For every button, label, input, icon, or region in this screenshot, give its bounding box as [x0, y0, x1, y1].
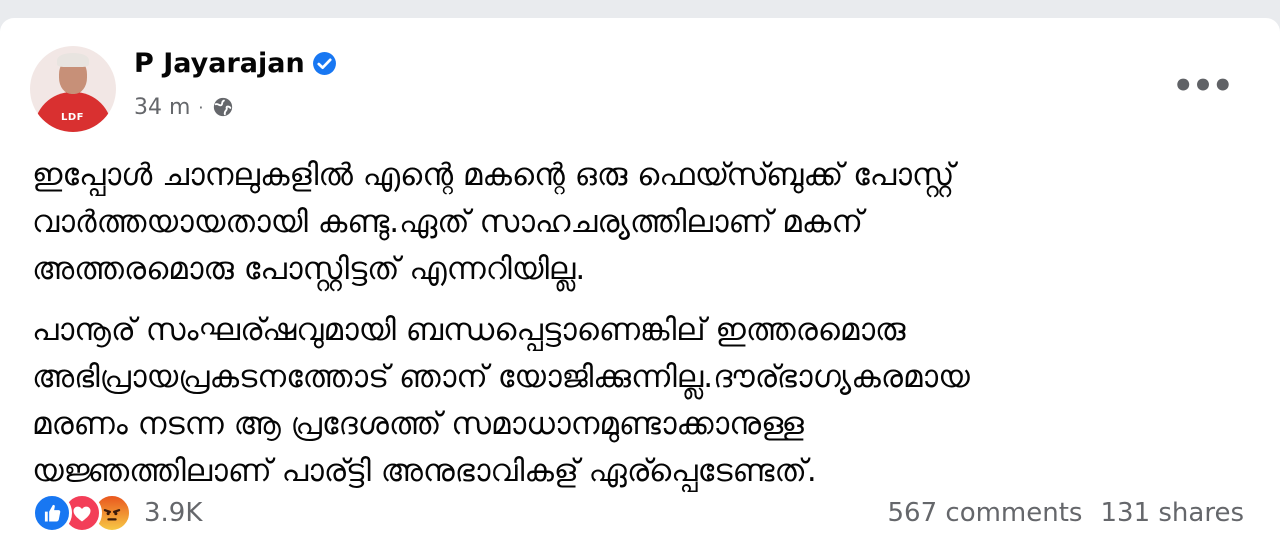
verified-badge-icon: [313, 52, 336, 75]
post-line: പാനൂര് സംഘര്ഷവുമായി ബന്ധപ്പെട്ടാണെങ്കില്…: [32, 312, 906, 348]
reactions-summary[interactable]: 3.9K: [32, 492, 202, 534]
reaction-count[interactable]: 3.9K: [144, 498, 202, 528]
post-paragraph-1: ഇപ്പോൾ ചാനലുകളിൽ എന്റെ മകന്റെ ഒരു ഫെയ്സ്…: [32, 152, 1248, 293]
engagement-stats: 567 comments 131 shares: [888, 498, 1244, 528]
like-reaction-icon: [32, 493, 72, 533]
globe-icon: [213, 97, 232, 117]
post-line: ഇപ്പോൾ ചാനലുകളിൽ എന്റെ മകന്റെ ഒരു ഫെയ്സ്…: [32, 157, 955, 193]
avatar-badge: LDF: [61, 112, 85, 123]
post-timestamp[interactable]: 34 m: [134, 95, 190, 120]
post-line: യജ്ഞത്തിലാണ് പാര്ട്ടി അനുഭാവികള് ഏര്പ്പെ…: [32, 453, 817, 489]
post-paragraph-2: പാനൂര് സംഘര്ഷവുമായി ബന്ധപ്പെട്ടാണെങ്കില്…: [32, 307, 1248, 495]
more-options-icon[interactable]: •••: [1172, 66, 1233, 106]
post-line: അഭിപ്രായപ്രകടനത്തോട് ഞാന് യോജിക്കുന്നില്…: [32, 359, 970, 395]
post-meta: 34 m ·: [134, 94, 234, 120]
avatar-hair: [57, 53, 89, 67]
comments-count-link[interactable]: 567 comments: [888, 498, 1083, 528]
post-card: LDF P Jayarajan 34 m · ••• ഇപ്പോൾ ചാനലുക…: [0, 18, 1280, 558]
post-body: ഇപ്പോൾ ചാനലുകളിൽ എന്റെ മകന്റെ ഒരു ഫെയ്സ്…: [32, 152, 1248, 509]
post-line: വാർത്തയായതായി കണ്ടു.ഏത് സാഹചര്യത്തിലാണ് …: [32, 204, 863, 240]
meta-separator: ·: [198, 97, 204, 117]
shares-count-link[interactable]: 131 shares: [1100, 498, 1244, 528]
author-name[interactable]: P Jayarajan: [134, 48, 305, 79]
post-line: മരണം നടന്ന ആ പ്രദേശത്ത് സമാധാനമുണ്ടാക്കാ…: [32, 406, 804, 442]
post-line: അത്തരമൊരു പോസ്റ്റിട്ടത് എന്നറിയില്ല.: [32, 251, 586, 287]
avatar[interactable]: LDF: [30, 46, 116, 132]
